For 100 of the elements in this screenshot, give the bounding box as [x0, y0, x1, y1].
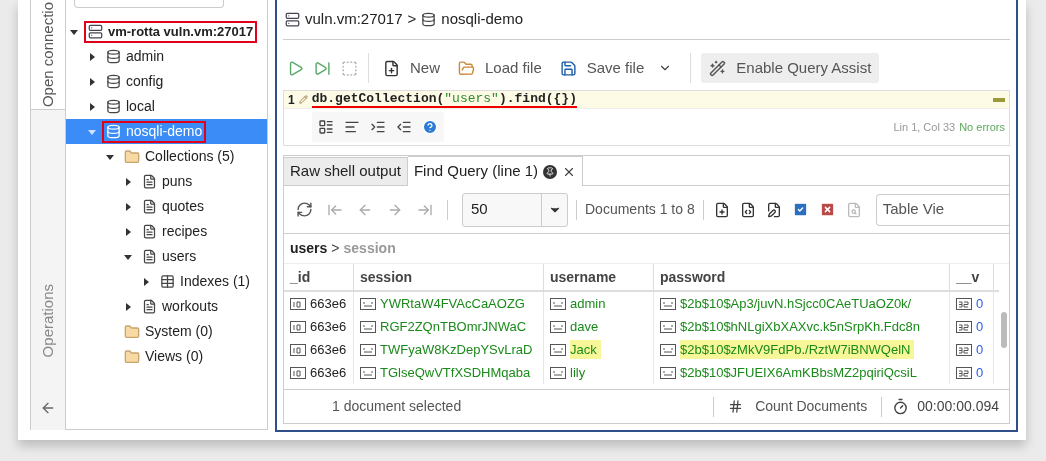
folder-icon [124, 323, 140, 340]
expand-caret-icon[interactable] [124, 202, 132, 211]
cell-value: YWRtaW4FVAcCaAOZG [380, 294, 526, 313]
tree-item[interactable]: config [66, 69, 267, 94]
help-icon[interactable] [422, 119, 438, 135]
page-size-select[interactable]: 50 [462, 192, 568, 227]
align-icon[interactable] [344, 119, 360, 135]
server-icon [88, 24, 103, 39]
expand-caret-icon[interactable] [142, 277, 150, 286]
result-tab[interactable]: Find Query (line 1) [407, 156, 584, 186]
tree-item[interactable]: Indexes (1) [66, 269, 267, 294]
string-type-icon [360, 320, 376, 333]
folder-icon [124, 148, 140, 165]
int-type-icon [956, 297, 972, 310]
string-type-icon [660, 320, 676, 333]
column-header[interactable]: __v [950, 264, 994, 290]
delete-icon[interactable] [818, 201, 836, 218]
column-header[interactable]: password [654, 264, 950, 290]
int-type-icon [956, 320, 972, 333]
outdent-icon[interactable] [396, 119, 412, 135]
collapse-caret-icon[interactable] [106, 152, 114, 161]
selection-status: 1 document selected [332, 397, 462, 416]
tree-item[interactable]: Views (0) [66, 344, 267, 369]
view-document-icon[interactable] [739, 201, 756, 218]
cell-value: 0 [976, 363, 985, 382]
tree-item[interactable]: Collections (5) [66, 144, 267, 169]
folder-icon [458, 59, 475, 77]
id-type-icon [290, 343, 306, 356]
run-icon[interactable] [287, 59, 304, 77]
cell-value: 0 [976, 340, 985, 359]
new-button[interactable]: New [379, 53, 444, 83]
breadcrumb-database[interactable]: nosqli-demo [441, 8, 524, 31]
column-header[interactable]: session [354, 264, 544, 290]
load-file-button[interactable]: Load file [454, 53, 546, 83]
cell-value: 663e6 [310, 363, 348, 382]
string-type-icon [660, 366, 676, 379]
indent-icon[interactable] [370, 119, 386, 135]
string-type-icon [360, 366, 376, 379]
string-type-icon [550, 320, 566, 333]
add-document-icon[interactable] [713, 201, 730, 218]
tree-item[interactable]: admin [66, 44, 267, 69]
id-type-icon [290, 297, 306, 310]
expand-caret-icon[interactable] [88, 102, 96, 111]
tree-item-label: Indexes (1) [180, 272, 251, 291]
tree-item[interactable]: workouts [66, 294, 267, 319]
tree-item-label: users [162, 247, 197, 266]
cell-value: RGF2ZQnTBOmrJNWaC [380, 317, 528, 336]
collapse-caret-icon[interactable] [124, 252, 132, 261]
format-icon[interactable] [318, 119, 334, 135]
result-tab[interactable]: Raw shell output [284, 157, 408, 185]
hash-icon [728, 399, 744, 414]
column-header[interactable]: username [544, 264, 654, 290]
tree-item-label: quotes [162, 197, 205, 216]
tree-item[interactable]: users [66, 244, 267, 269]
count-documents-button[interactable]: Count Documents [714, 396, 882, 417]
column-header[interactable]: _id [284, 264, 354, 290]
expand-caret-icon[interactable] [88, 77, 96, 86]
expand-caret-icon[interactable] [124, 302, 132, 311]
edit-document-icon[interactable] [765, 201, 782, 218]
int-type-icon [956, 366, 972, 379]
cell-value: admin [570, 294, 607, 313]
save-file-button[interactable]: Save file [555, 53, 649, 83]
pin-icon[interactable] [543, 164, 558, 179]
database-icon [106, 124, 121, 139]
breadcrumb-server[interactable]: vuln.vm:27017 [305, 8, 403, 31]
query-assist-button[interactable]: Enable Query Assist [701, 53, 880, 83]
marker-icon [993, 97, 1005, 102]
string-type-icon [550, 297, 566, 310]
tree-item-label: puns [162, 172, 193, 191]
tree-item[interactable]: recipes [66, 219, 267, 244]
expand-caret-icon[interactable] [124, 227, 132, 236]
id-type-icon [290, 366, 306, 379]
stopwatch-icon [892, 398, 910, 415]
document-icon [142, 174, 157, 189]
string-type-icon [660, 297, 676, 310]
cell-value: 663e6 [310, 317, 348, 336]
select-all-icon[interactable] [791, 201, 809, 218]
cell-value: 0 [976, 317, 985, 336]
view-select[interactable]: Table Vie [875, 193, 1009, 226]
database-icon [106, 49, 121, 64]
tree-item[interactable]: System (0) [66, 319, 267, 344]
int-type-icon [956, 343, 972, 356]
collapse-caret-icon[interactable] [70, 27, 78, 36]
side-tab[interactable]: Open connectio [31, 0, 65, 110]
tree-item[interactable]: local [66, 94, 267, 119]
cell-value: 0 [976, 294, 985, 313]
refresh-icon[interactable] [296, 201, 313, 218]
string-type-icon [360, 343, 376, 356]
expand-caret-icon[interactable] [88, 52, 96, 61]
path-collection[interactable]: users [290, 238, 328, 259]
cell-value: 663e6 [310, 294, 348, 313]
search-field[interactable] [74, 0, 224, 8]
tree-item-label: admin [126, 47, 165, 66]
cell-value: 663e6 [310, 340, 348, 359]
tree-item[interactable]: quotes [66, 194, 267, 219]
expand-caret-icon[interactable] [124, 177, 132, 186]
tree-item-label: nosqli-demo [126, 122, 203, 141]
pencil-icon [298, 95, 308, 104]
tree-item[interactable]: puns [66, 169, 267, 194]
run-line-icon[interactable] [314, 59, 331, 77]
